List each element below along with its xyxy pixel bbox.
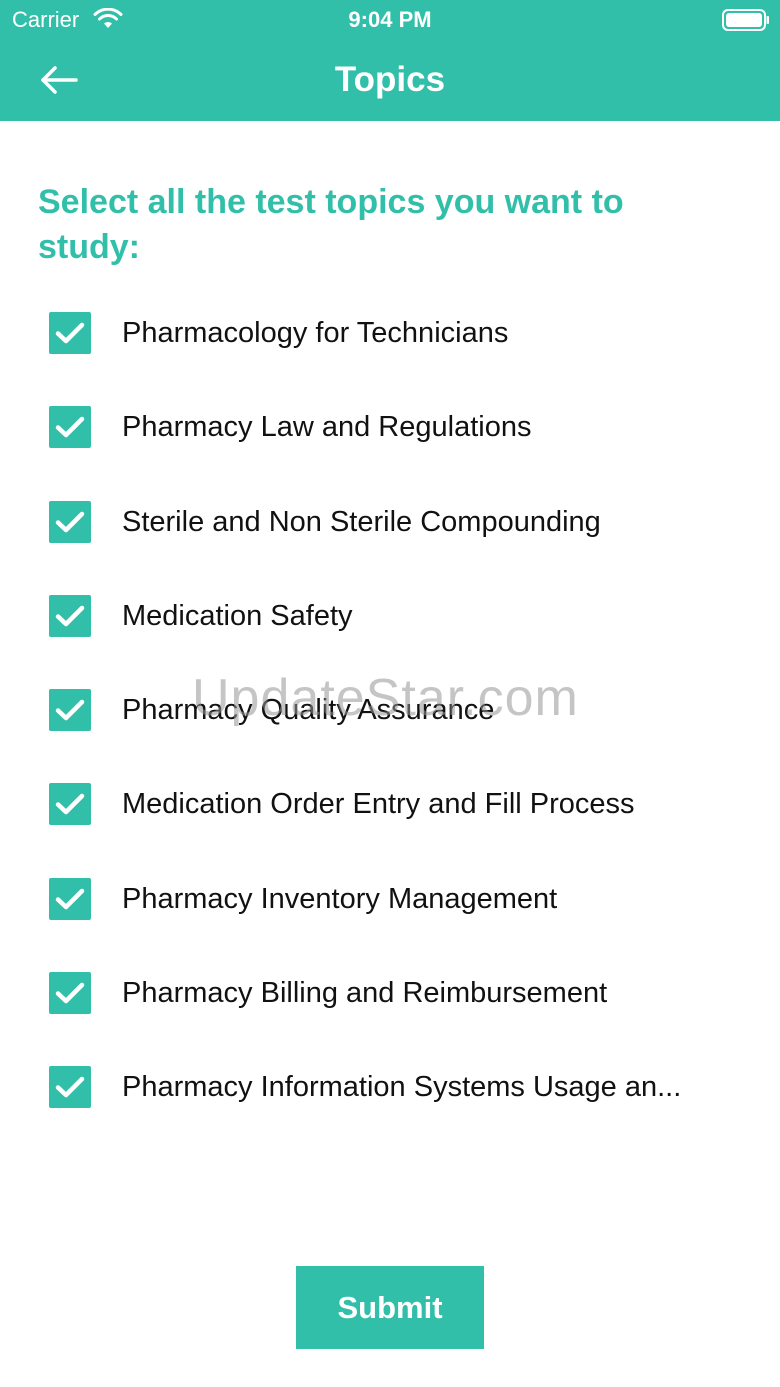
nav-bar: Topics	[0, 40, 780, 121]
topic-checkbox[interactable]	[49, 783, 91, 826]
topic-checkbox[interactable]	[49, 689, 91, 732]
checkmark-icon	[55, 605, 85, 627]
topic-row[interactable]: Pharmacy Inventory Management	[0, 854, 780, 948]
submit-button[interactable]: Submit	[296, 1266, 484, 1349]
topic-checkbox[interactable]	[49, 500, 91, 543]
status-time: 9:04 PM	[348, 7, 432, 32]
topic-row[interactable]: Medication Safety	[0, 571, 780, 665]
topic-label: Sterile and Non Sterile Compounding	[122, 505, 601, 538]
checkmark-icon	[55, 511, 85, 532]
topic-label: Medication Order Entry and Fill Process	[122, 788, 635, 821]
topic-checkbox[interactable]	[49, 877, 91, 920]
topic-label: Pharmacology for Technicians	[122, 317, 509, 349]
topic-checkbox[interactable]	[49, 406, 91, 449]
checkmark-icon	[55, 982, 85, 1004]
status-bar: Carrier 9:04 PM	[0, 0, 780, 40]
checkmark-icon	[55, 699, 85, 721]
battery-icon	[722, 9, 769, 31]
topic-label: Pharmacy Law and Regulations	[122, 411, 532, 444]
topic-row[interactable]: Medication Order Entry and Fill Process	[0, 759, 780, 853]
topic-label: Pharmacy Quality Assurance	[122, 694, 495, 727]
topic-checkbox[interactable]	[49, 594, 91, 637]
topic-row[interactable]: Pharmacy Quality Assurance	[0, 665, 780, 759]
topic-list: Pharmacology for Technicians Pharmacy Law…	[0, 288, 780, 1137]
topics-screen: Carrier 9:04 PM Topics Select all the te…	[0, 0, 780, 1387]
topics-prompt: Select all the test topics you want to s…	[38, 183, 624, 266]
page-title: Topics	[334, 60, 446, 99]
topic-row[interactable]: Sterile and Non Sterile Compounding	[0, 477, 780, 571]
topic-label: Pharmacy Billing and Reimbursement	[122, 977, 608, 1010]
topic-row[interactable]: Pharmacology for Technicians	[0, 288, 780, 382]
checkmark-icon	[55, 417, 85, 438]
topic-row[interactable]: Pharmacy Law and Regulations	[0, 382, 780, 476]
topic-checkbox[interactable]	[49, 972, 91, 1015]
header: Carrier 9:04 PM Topics	[0, 0, 780, 121]
checkmark-icon	[55, 322, 85, 344]
topic-label: Medication Safety	[122, 599, 353, 632]
topic-row[interactable]: Pharmacy Information Systems Usage an...	[0, 1042, 780, 1136]
topic-checkbox[interactable]	[49, 1066, 91, 1109]
topic-checkbox[interactable]	[49, 312, 91, 354]
topic-label: Pharmacy Inventory Management	[122, 882, 558, 915]
checkmark-icon	[55, 794, 85, 815]
topic-label: Pharmacy Information Systems Usage an...	[122, 1071, 682, 1104]
checkmark-icon	[55, 1077, 85, 1098]
topic-row[interactable]: Pharmacy Billing and Reimbursement	[0, 948, 780, 1042]
checkmark-icon	[55, 888, 85, 910]
